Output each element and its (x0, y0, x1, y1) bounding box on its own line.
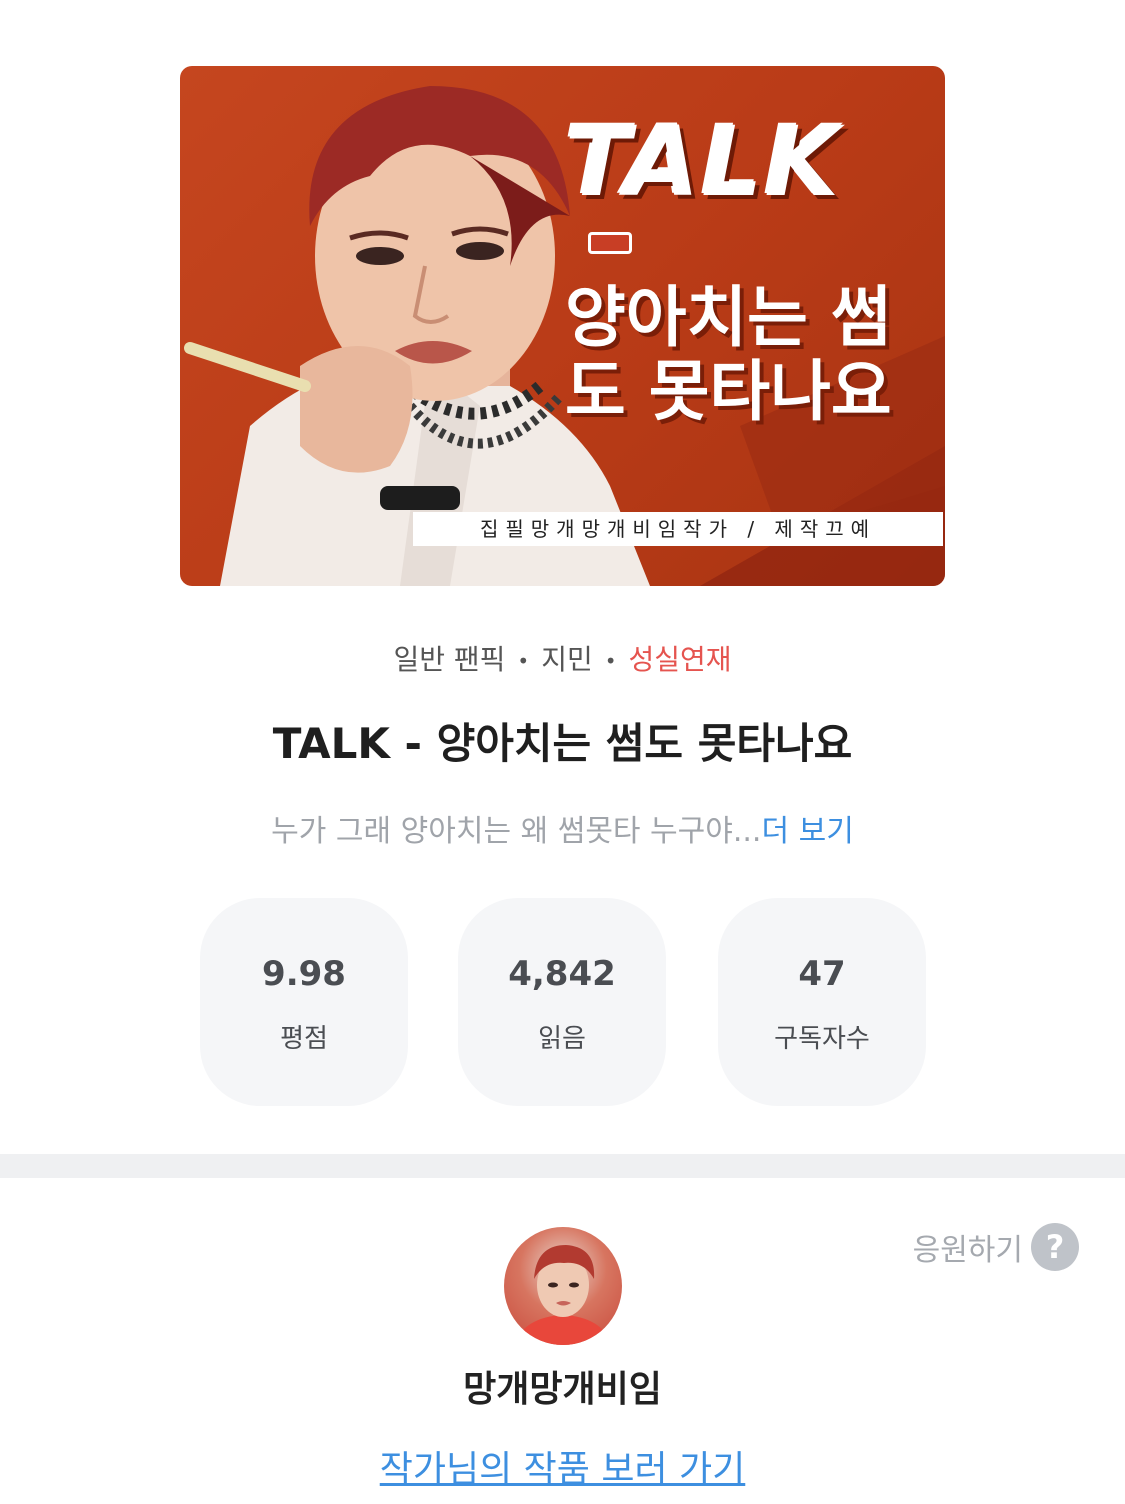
more-button[interactable]: 더 보기 (761, 814, 853, 849)
story-meta: 일반 팬픽 • 지민 • 성실연재 (0, 638, 1125, 678)
stat-reads: 4,842 읽음 (458, 898, 666, 1106)
meta-separator: • (604, 649, 617, 673)
cover-image: TALK 양아치는 썸도 못타나요 집필망개망개비임작가 / 제작끄예 (180, 66, 945, 586)
category-label[interactable]: 일반 팬픽 (393, 643, 505, 676)
author-works-link-wrap: 작가님의 작품 보러 가기 (0, 1440, 1125, 1492)
avatar[interactable] (504, 1227, 622, 1345)
meta-separator: • (517, 649, 530, 673)
stats-row: 9.98 평점 4,842 읽음 47 구독자수 (0, 898, 1125, 1108)
support-button[interactable]: 응원하기 ? (913, 1222, 1079, 1272)
stat-subscribers: 47 구독자수 (718, 898, 926, 1106)
question-icon[interactable]: ? (1031, 1223, 1079, 1271)
story-description: 누가 그래 양아치는 왜 썸못타 누구야...더 보기 (0, 806, 1125, 850)
story-title: TALK - 양아치는 썸도 못타나요 (272, 719, 853, 768)
stat-value: 9.98 (262, 954, 346, 994)
avatar-illustration (514, 1245, 612, 1345)
description-text: 누가 그래 양아치는 왜 썸못타 누구야... (271, 814, 762, 849)
author-name: 망개망개비임 (463, 1369, 662, 1410)
stat-rating: 9.98 평점 (200, 898, 408, 1106)
stat-value: 4,842 (508, 954, 616, 994)
section-divider (0, 1154, 1125, 1178)
status-label: 성실연재 (628, 643, 732, 676)
cover-dash (588, 232, 632, 254)
stat-label: 읽음 (538, 1024, 586, 1054)
support-label: 응원하기 (912, 1233, 1023, 1268)
cover-title-korean: 양아치는 썸도 못타나요 (565, 279, 892, 430)
cover-title-talk: TALK (565, 106, 841, 218)
author-works-link[interactable]: 작가님의 작품 보러 가기 (380, 1449, 746, 1490)
character-label[interactable]: 지민 (541, 643, 593, 676)
stat-label: 구독자수 (774, 1024, 870, 1054)
cover-credit: 집필망개망개비임작가 / 제작끄예 (413, 512, 943, 546)
stat-label: 평점 (280, 1024, 328, 1054)
stat-value: 47 (798, 954, 846, 994)
